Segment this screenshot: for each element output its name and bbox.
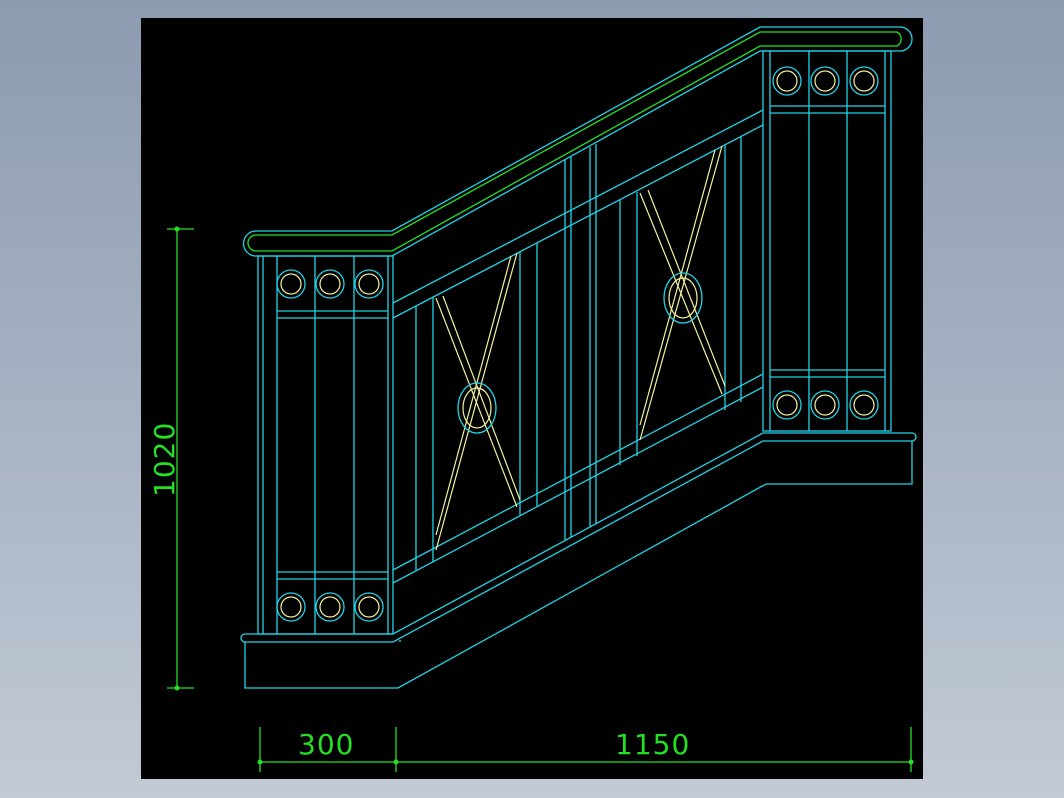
left-sloped-panel [415,243,538,571]
left-newel-rings [276,269,384,622]
left-newel-panel [257,255,394,635]
railing-elevation-drawing: 1020 300 1150 [148,26,917,772]
dimension-left-width-label: 300 [298,728,354,761]
dimension-height-label: 1020 [148,422,181,497]
center-post [564,144,597,540]
right-newel-panel [762,50,892,432]
dimension-right-width-label: 1150 [615,728,690,761]
right-sloped-panel [619,137,742,465]
dimension-width: 300 1150 [257,727,914,772]
left-panel-medallion [457,382,497,434]
sloped-rails [392,109,764,584]
right-newel-rings [772,66,879,420]
dimension-height: 1020 [148,226,194,691]
